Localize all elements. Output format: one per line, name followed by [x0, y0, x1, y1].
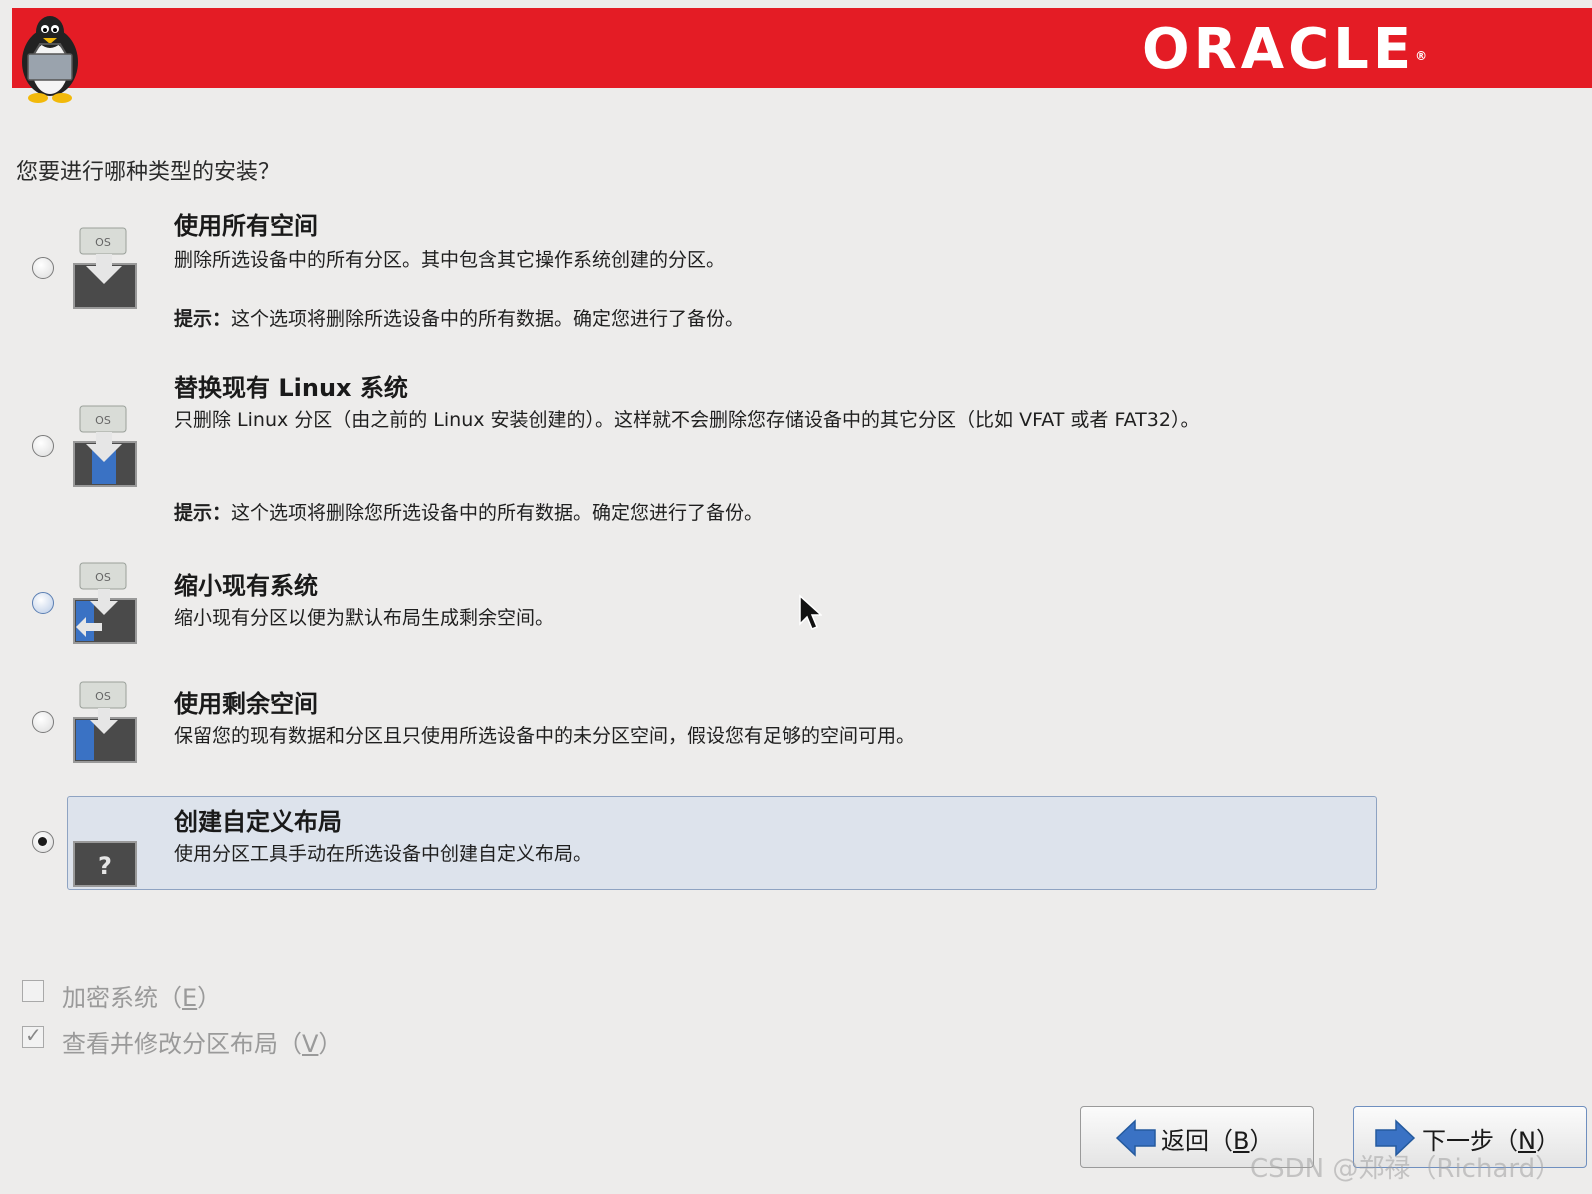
- option-tip: 提示：这个选项将删除您所选设备中的所有数据。确定您进行了备份。: [174, 502, 764, 524]
- os-disk-shrink-icon: OS: [73, 562, 137, 644]
- os-disk-free-space-icon: OS: [73, 681, 137, 763]
- option-description: 使用分区工具手动在所选设备中创建自定义布局。: [174, 843, 593, 865]
- os-disk-replace-linux-icon: OS: [73, 405, 137, 487]
- option-description: 只删除 Linux 分区（由之前的 Linux 安装创建的）。这样就不会删除您存…: [174, 409, 1200, 431]
- review-layout-label: 查看并修改分区布局（V）: [62, 1030, 343, 1058]
- option-tip: 提示：这个选项将删除所选设备中的所有数据。确定您进行了备份。: [174, 308, 745, 330]
- svg-text:OS: OS: [95, 571, 111, 584]
- option-title: 缩小现有系统: [174, 572, 318, 600]
- option-title: 创建自定义布局: [174, 808, 342, 836]
- arrow-left-icon: [1115, 1119, 1156, 1157]
- os-disk-replace-all-icon: OS: [73, 227, 137, 309]
- radio-replace-linux[interactable]: [32, 435, 54, 457]
- mouse-cursor-icon: [799, 594, 822, 630]
- review-layout-checkbox[interactable]: [22, 1023, 44, 1048]
- option-title: 替换现有 Linux 系统: [174, 374, 408, 402]
- oracle-logo: ORACLE®: [1142, 17, 1428, 82]
- option-description: 删除所选设备中的所有分区。其中包含其它操作系统创建的分区。: [174, 249, 726, 271]
- option-description: 缩小现有分区以便为默认布局生成剩余空间。: [174, 607, 555, 629]
- radio-custom-layout[interactable]: [32, 831, 54, 853]
- radio-use-all-space[interactable]: [32, 257, 54, 279]
- radio-shrink-system[interactable]: [32, 592, 54, 614]
- install-type-question: 您要进行哪种类型的安装？: [16, 160, 281, 185]
- tux-penguin-icon: [22, 16, 78, 103]
- option-description: 保留您的现有数据和分区且只使用所选设备中的未分区空间，假设您有足够的空间可用。: [174, 725, 916, 747]
- option-title: 使用剩余空间: [174, 690, 318, 718]
- svg-text:OS: OS: [95, 414, 111, 427]
- question-disk-icon: ?: [73, 841, 137, 887]
- header-banner: ORACLE®: [12, 8, 1592, 88]
- encrypt-system-label: 加密系统（E）: [62, 984, 222, 1012]
- svg-text:?: ?: [98, 852, 112, 880]
- option-title: 使用所有空间: [174, 212, 318, 240]
- svg-text:OS: OS: [95, 690, 111, 703]
- encrypt-system-checkbox[interactable]: [22, 980, 44, 1002]
- watermark: CSDN @郑禄（Richard）: [1250, 1154, 1562, 1184]
- svg-text:OS: OS: [95, 236, 111, 249]
- radio-use-free-space[interactable]: [32, 711, 54, 733]
